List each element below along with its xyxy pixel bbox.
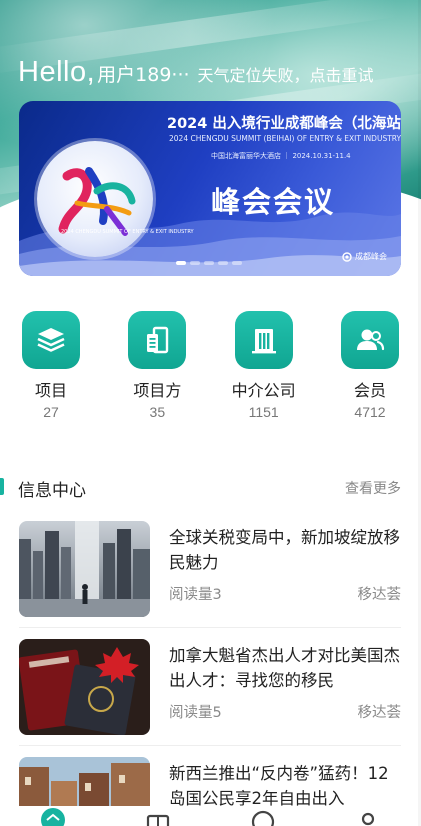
news-thumbnail (19, 639, 150, 735)
grid-icon (146, 814, 169, 826)
news-source: 移达荟 (357, 587, 402, 603)
category-shortcuts: 项目 27 项目方 35 中介公司 1151 会员 4712 (0, 311, 421, 420)
category-label: 项目 (34, 381, 67, 400)
list-divider (19, 745, 401, 746)
bottom-tab-bar (0, 806, 421, 826)
tab-profile[interactable] (348, 806, 388, 826)
news-title: 新西兰推出“反内卷”猛药！12岛国公民享2年自由出入 (169, 764, 389, 808)
news-title: 全球关税变局中，新加坡绽放移民魅力 (169, 528, 400, 572)
banner-headline: 峰会会议 (211, 185, 336, 219)
news-title: 加拿大魁省杰出人才对比美国杰出人才：寻找您的移民 (169, 646, 400, 690)
news-item[interactable]: 加拿大魁省杰出人才对比美国杰出人才：寻找您的移民 阅读量5 移达荟 (19, 639, 401, 735)
user-icon (362, 812, 375, 826)
brand-logo-icon (342, 251, 352, 262)
weather-retry-link[interactable]: 天气定位失败，点击重试 (198, 62, 374, 86)
banner-title: 2024 出入境行业成都峰会（北海站） (167, 116, 401, 132)
category-project-owners[interactable]: 项目方 35 (127, 311, 187, 420)
section-title: 信息中心 (18, 481, 86, 501)
category-label: 会员 (353, 381, 386, 400)
brand-name: 成都峰会 (355, 252, 387, 261)
category-count: 4712 (354, 404, 386, 420)
banner-brand: 成都峰会 (342, 251, 387, 262)
carousel-dot[interactable] (190, 261, 200, 265)
banner-title-en: 2024 CHENGDU SUMMIT (BEIHAI) OF ENTRY & … (169, 134, 401, 143)
carousel-indicator (176, 261, 242, 265)
info-center-header: 信息中心 查看更多 (0, 475, 421, 501)
view-more-link[interactable]: 查看更多 (345, 478, 401, 498)
news-item[interactable]: 全球关税变局中，新加坡绽放移民魅力 阅读量3 移达荟 (19, 521, 401, 617)
layers-icon (22, 311, 80, 369)
banner-venue: 中国北海富丽华大酒店 ｜ 2024.10.31-11.4 (211, 152, 351, 160)
members-icon (340, 311, 399, 369)
tab-home[interactable] (33, 806, 73, 826)
username-text: 用户189··· (97, 64, 190, 86)
tab-discover[interactable] (243, 806, 283, 826)
carousel-dot[interactable] (232, 261, 242, 265)
category-projects[interactable]: 项目 27 (21, 311, 81, 420)
carousel-dot[interactable] (176, 261, 186, 265)
category-count: 35 (149, 404, 166, 420)
list-divider (19, 627, 401, 628)
category-count: 1151 (248, 404, 279, 420)
category-members[interactable]: 会员 4712 (340, 311, 400, 420)
building-doc-icon (128, 311, 187, 369)
compass-icon (252, 810, 275, 826)
category-label: 中介公司 (231, 381, 296, 400)
summit-logo (37, 141, 153, 257)
section-accent-bar (0, 478, 4, 495)
category-label: 项目方 (133, 381, 182, 400)
category-count: 27 (43, 404, 59, 420)
category-agencies[interactable]: 中介公司 1151 (231, 311, 296, 420)
carousel-dot[interactable] (218, 261, 228, 265)
carousel-dot[interactable] (204, 261, 214, 265)
news-source: 移达荟 (357, 705, 402, 721)
home-icon (40, 808, 65, 826)
tab-projects[interactable] (138, 806, 178, 826)
hello-text: Hello, (18, 56, 96, 88)
logo-caption: 2024 CHENGDU SUMMIT OF ENTRY & EXIT INDU… (61, 229, 194, 235)
news-thumbnail (19, 521, 150, 617)
summit-banner[interactable]: 2024 CHENGDU SUMMIT OF ENTRY & EXIT INDU… (19, 101, 401, 276)
news-read-count: 阅读量5 (169, 705, 222, 721)
news-read-count: 阅读量3 (169, 587, 222, 603)
greeting-bar: Hello, 用户189··· 天气定位失败，点击重试 (18, 56, 407, 89)
office-building-icon (234, 311, 293, 369)
